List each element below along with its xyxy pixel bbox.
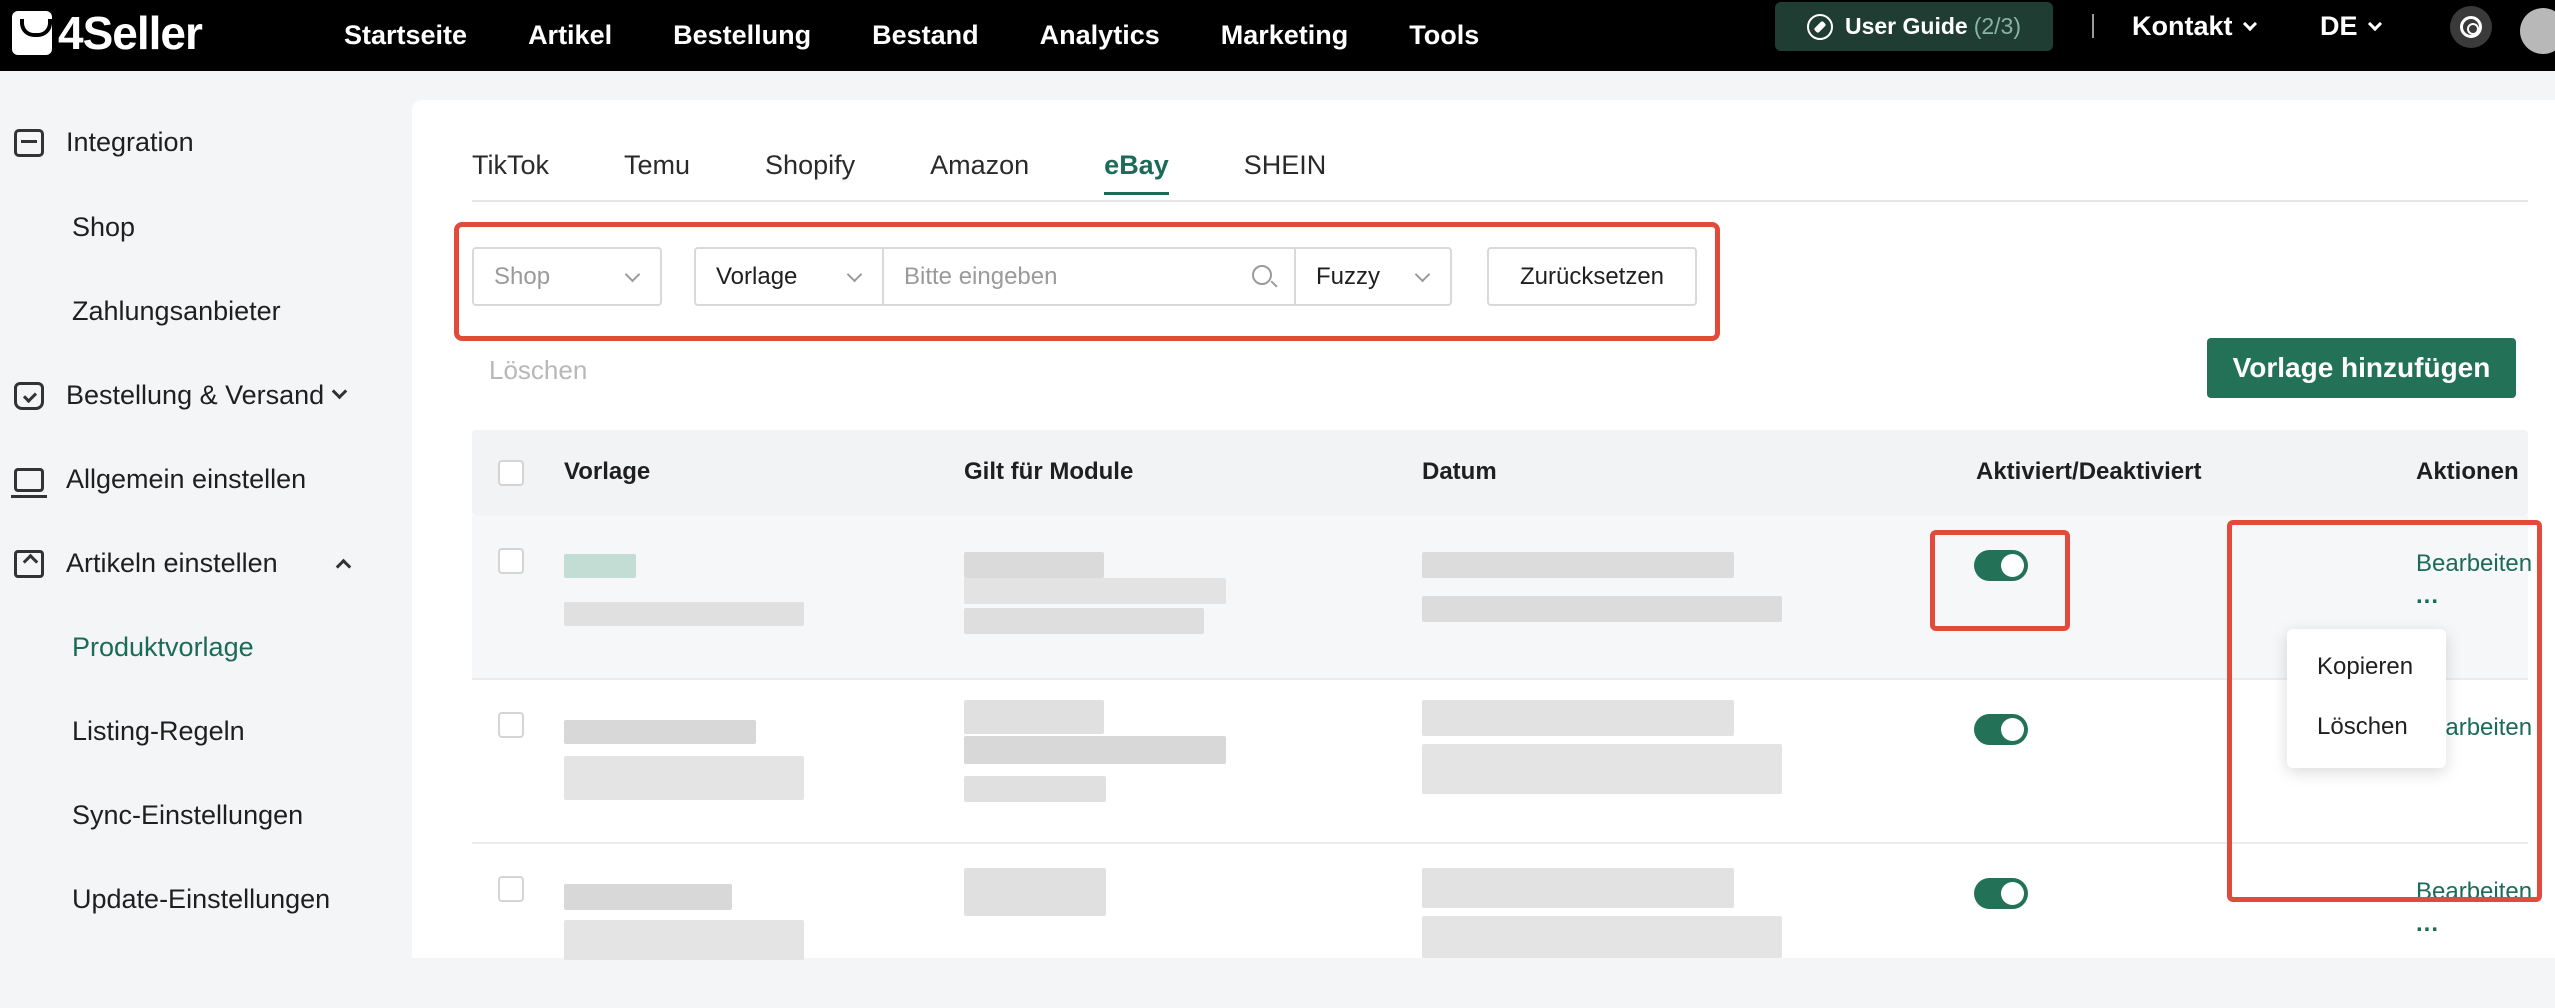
language-dropdown[interactable]: DE [2320,0,2382,53]
table-row: Bearbeiten ... [472,844,2532,1008]
table-header: Vorlage Gilt für Module Datum Aktiviert/… [472,430,2528,516]
column-header-module: Gilt für Module [964,458,1134,485]
modules-redacted [964,776,1106,802]
row-checkbox[interactable] [498,712,524,738]
sidebar-group-label: Integration [66,127,194,157]
table-row: Bearbeiten [472,680,2532,844]
avatar[interactable] [2520,8,2555,54]
tab-divider [472,200,2528,202]
sidebar-item-sync-einstellungen[interactable]: Sync-Einstellungen [72,800,303,831]
tab-tiktok[interactable]: TikTok [472,150,549,195]
order-check-icon [14,381,44,410]
status-toggle[interactable] [1974,878,2028,909]
filter-highlight-box [454,222,1720,341]
logo-bag-icon [12,11,52,55]
user-guide-label: User Guide [1844,13,1968,39]
date-redacted [1422,868,1734,908]
main-nav: Startseite Artikel Bestellung Bestand An… [344,0,1540,71]
date-redacted [1422,744,1782,794]
nav-item-analytics[interactable]: Analytics [1040,20,1160,51]
user-guide-progress: (2/3) [1973,13,2021,39]
nav-item-startseite[interactable]: Startseite [344,20,467,51]
sidebar-group-label: Bestellung & Versand [66,380,325,410]
tab-amazon[interactable]: Amazon [930,150,1029,195]
register-icon [11,467,47,498]
bulk-delete-button[interactable]: Löschen [489,355,587,386]
chevron-down-icon [2242,16,2257,31]
contact-dropdown[interactable]: Kontakt [2132,0,2257,53]
user-guide-button[interactable]: User Guide (2/3) [1775,2,2053,51]
template-name-redacted[interactable] [564,720,756,744]
date-redacted [1422,552,1734,578]
sidebar-group-label: Allgemein einstellen [66,464,307,494]
table-row: Bearbeiten ... [472,516,2532,680]
chevron-up-icon [335,558,351,575]
sidebar-group-artikeln[interactable]: Artikeln einstellen [14,548,351,579]
modules-redacted [964,578,1226,604]
nav-item-bestellung[interactable]: Bestellung [673,20,811,51]
chevron-down-icon [331,383,348,400]
more-actions-menu: Kopieren Löschen [2287,629,2446,768]
tab-shein[interactable]: SHEIN [1244,150,1327,195]
sidebar-group-bestellung-versand[interactable]: Bestellung & Versand [14,380,348,411]
sidebar-item-shop[interactable]: Shop [72,212,135,243]
status-toggle[interactable] [1974,714,2028,745]
modules-redacted [964,552,1104,578]
platform-tabs: TikTok Temu Shopify Amazon eBay SHEIN [472,150,1401,195]
column-header-aktionen: Aktionen [2416,458,2519,485]
tab-temu[interactable]: Temu [624,150,690,195]
template-name-redacted[interactable] [564,884,732,910]
settings-button[interactable] [2450,6,2492,48]
contact-label: Kontakt [2132,11,2233,41]
logo[interactable]: 4Seller [12,6,203,60]
template-info-redacted [564,602,804,626]
sidebar-group-integration[interactable]: Integration [14,127,194,158]
menu-item-kopieren[interactable]: Kopieren [2317,653,2413,681]
modules-redacted [964,736,1226,764]
menu-item-loeschen[interactable]: Löschen [2317,713,2408,741]
modules-redacted [964,608,1204,634]
sidebar-item-zahlungsanbieter[interactable]: Zahlungsanbieter [72,296,281,327]
main-panel: TikTok Temu Shopify Amazon eBay SHEIN Sh… [412,100,2555,960]
toggle-highlight-box [1930,530,2070,631]
sidebar-group-label: Artikeln einstellen [66,548,278,578]
store-icon [14,128,44,157]
sidebar-item-update-einstellungen[interactable]: Update-Einstellungen [72,884,330,915]
modules-redacted [964,868,1106,916]
column-header-status: Aktiviert/Deaktiviert [1976,458,2202,485]
column-header-vorlage: Vorlage [564,458,651,485]
nav-item-bestand[interactable]: Bestand [872,20,979,51]
sidebar-item-listing-regeln[interactable]: Listing-Regeln [72,716,245,747]
chevron-down-icon [2367,16,2382,31]
template-info-redacted [564,756,804,800]
top-navigation-bar: 4Seller Startseite Artikel Bestellung Be… [0,0,2555,71]
date-redacted [1422,700,1734,736]
language-label: DE [2320,11,2358,41]
gear-icon [2460,16,2482,38]
modules-redacted [964,700,1104,734]
nav-item-tools[interactable]: Tools [1409,20,1479,51]
more-actions-button[interactable]: ... [2416,910,2439,938]
sidebar-group-allgemein[interactable]: Allgemein einstellen [11,464,307,498]
date-redacted [1422,916,1782,958]
sidebar-item-produktvorlage[interactable]: Produktvorlage [72,632,254,663]
date-redacted [1422,596,1782,622]
nav-item-artikel[interactable]: Artikel [528,20,612,51]
row-checkbox[interactable] [498,548,524,574]
sidebar: Integration Shop Zahlungsanbieter Bestel… [0,71,410,958]
select-all-checkbox[interactable] [498,460,524,486]
tab-shopify[interactable]: Shopify [765,150,855,195]
template-info-redacted [564,920,804,960]
nav-divider [2092,14,2094,38]
add-template-button[interactable]: Vorlage hinzufügen [2207,338,2516,398]
logo-text: 4Seller [58,7,203,59]
tab-ebay[interactable]: eBay [1104,150,1169,195]
compass-icon [1806,13,1833,40]
row-checkbox[interactable] [498,876,524,902]
template-name-redacted[interactable] [564,554,636,578]
upload-box-icon [14,549,44,578]
column-header-datum: Datum [1422,458,1497,485]
nav-item-marketing[interactable]: Marketing [1221,20,1349,51]
